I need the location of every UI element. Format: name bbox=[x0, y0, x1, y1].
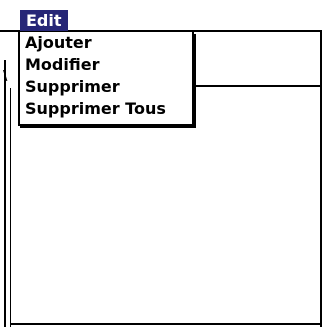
frame-notch-glyph: \ bbox=[3, 69, 8, 84]
window-frame-bottom bbox=[10, 323, 322, 325]
window-frame-left bbox=[4, 60, 6, 327]
window-frame-inner-left bbox=[10, 88, 11, 327]
menu-item-supprimer-tous[interactable]: Supprimer Tous bbox=[20, 98, 192, 120]
menu-bar: Edit bbox=[0, 0, 322, 32]
window-frame-right bbox=[320, 30, 322, 327]
menu-item-supprimer[interactable]: Supprimer bbox=[20, 76, 192, 98]
window-frame-top bbox=[195, 85, 322, 87]
menu-item-modifier[interactable]: Modifier bbox=[20, 54, 192, 76]
edit-dropdown-menu: Ajouter Modifier Supprimer Supprimer Tou… bbox=[18, 32, 194, 126]
menu-edit[interactable]: Edit bbox=[20, 10, 68, 31]
menu-item-ajouter[interactable]: Ajouter bbox=[20, 32, 192, 54]
